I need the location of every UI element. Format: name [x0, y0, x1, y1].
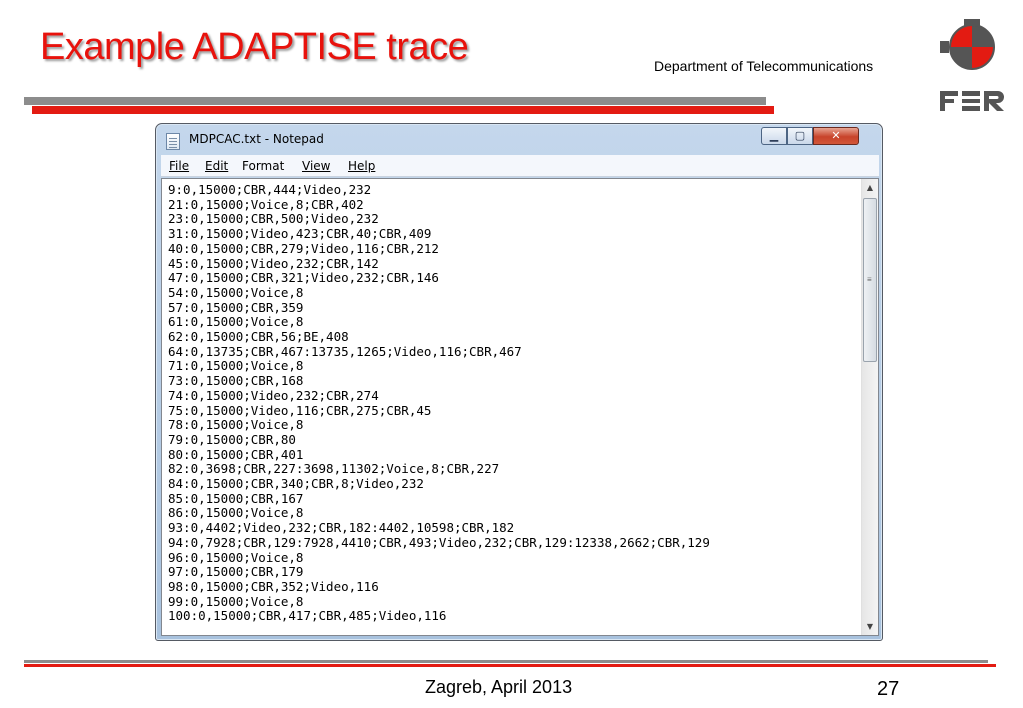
menu-bar: File Edit Format View Help: [161, 155, 879, 177]
text-line: 96:0,15000;Voice,8: [168, 549, 304, 565]
text-line: 71:0,15000;Voice,8: [168, 358, 304, 374]
slide-title: Example ADAPTISE trace: [40, 26, 469, 68]
footer-divider-gray: [24, 660, 988, 663]
text-line: 75:0,15000;Video,116;CBR,275;CBR,45: [168, 402, 432, 418]
minimize-icon: ▁: [769, 129, 779, 142]
text-line: 74:0,15000;Video,232;CBR,274: [168, 387, 379, 403]
text-line: 54:0,15000;Voice,8: [168, 284, 304, 300]
text-line: 78:0,15000;Voice,8: [168, 417, 304, 433]
header-divider-red: [32, 106, 774, 114]
notepad-window: MDPCAC.txt - Notepad ▁ ▢ ✕ File Edit For…: [155, 123, 883, 641]
text-line: 40:0,15000;CBR,279;Video,116;CBR,212: [168, 240, 439, 256]
scroll-down-icon: ▼: [866, 622, 874, 631]
scroll-down-button[interactable]: ▼: [862, 618, 878, 635]
text-line: 79:0,15000;CBR,80: [168, 431, 296, 447]
header-divider-gray: [24, 97, 766, 105]
window-title: MDPCAC.txt - Notepad: [189, 132, 324, 146]
text-line: 80:0,15000;CBR,401: [168, 446, 304, 462]
menu-help-label: Help: [348, 159, 376, 173]
menu-edit-label: Edit: [205, 159, 229, 173]
maximize-button[interactable]: ▢: [787, 127, 813, 145]
department-label: Department of Telecommunications: [654, 58, 874, 74]
scroll-grip-icon: ≡: [867, 275, 872, 284]
menu-file-label: File: [169, 159, 190, 173]
minimize-button[interactable]: ▁: [761, 127, 787, 145]
scroll-up-icon: ▲: [866, 183, 874, 192]
text-line: 23:0,15000;CBR,500;Video,232: [168, 211, 379, 227]
text-line: 9:0,15000;CBR,444;Video,232: [168, 183, 372, 197]
text-line: 97:0,15000;CBR,179: [168, 564, 304, 580]
text-line: 85:0,15000;CBR,167: [168, 490, 304, 506]
menu-help[interactable]: Help: [348, 159, 375, 173]
menu-edit[interactable]: Edit: [205, 159, 228, 173]
text-line: 57:0,15000;CBR,359: [168, 299, 304, 315]
menu-view-label: View: [302, 159, 331, 173]
editor-content[interactable]: 9:0,15000;CBR,444;Video,232 21:0,15000;Vo…: [168, 183, 848, 631]
text-line: 31:0,15000;Video,423;CBR,40;CBR,409: [168, 226, 432, 242]
text-line: 86:0,15000;Voice,8: [168, 505, 304, 521]
text-line: 94:0,7928;CBR,129:7928,4410;CBR,493;Vide…: [168, 534, 710, 550]
text-line: 21:0,15000;Voice,8;CBR,402: [168, 196, 364, 212]
footer-location-date: Zagreb, April 2013: [425, 677, 573, 697]
text-line: 61:0,15000;Voice,8: [168, 314, 304, 330]
scroll-thumb[interactable]: ≡: [863, 198, 877, 362]
maximize-icon: ▢: [794, 129, 806, 142]
fer-logo-icon: [940, 19, 1004, 111]
text-line: 100:0,15000;CBR,417;CBR,485;Video,116: [168, 608, 447, 624]
page-number: 27: [877, 678, 900, 700]
menu-file[interactable]: File: [169, 159, 189, 173]
footer-divider-red: [24, 664, 996, 667]
menu-format[interactable]: Format: [242, 159, 284, 173]
close-button[interactable]: ✕: [813, 127, 859, 145]
close-icon: ✕: [831, 129, 841, 142]
window-titlebar[interactable]: MDPCAC.txt - Notepad ▁ ▢ ✕: [156, 124, 882, 154]
text-line: 47:0,15000;CBR,321;Video,232;CBR,146: [168, 270, 439, 286]
text-line: 93:0,4402;Video,232;CBR,182:4402,10598;C…: [168, 520, 515, 536]
menu-view[interactable]: View: [302, 159, 330, 173]
menu-format-label: Format: [242, 159, 285, 173]
notepad-app-icon[interactable]: [166, 133, 180, 150]
text-line: 45:0,15000;Video,232;CBR,142: [168, 255, 379, 271]
text-line: 82:0,3698;CBR,227:3698,11302;Voice,8;CBR…: [168, 461, 500, 477]
text-editor[interactable]: 9:0,15000;CBR,444;Video,232 21:0,15000;Vo…: [161, 178, 879, 636]
vertical-scrollbar[interactable]: ▲ ≡ ▼: [861, 179, 878, 635]
text-line: 73:0,15000;CBR,168: [168, 373, 304, 389]
scroll-up-button[interactable]: ▲: [862, 179, 878, 196]
text-line: 62:0,15000;CBR,56;BE,408: [168, 329, 349, 345]
text-line: 84:0,15000;CBR,340;CBR,8;Video,232: [168, 476, 424, 492]
text-line: 64:0,13735;CBR,467:13735,1265;Video,116;…: [168, 343, 522, 359]
text-line: 98:0,15000;CBR,352;Video,116: [168, 578, 379, 594]
text-line: 99:0,15000;Voice,8: [168, 593, 304, 609]
